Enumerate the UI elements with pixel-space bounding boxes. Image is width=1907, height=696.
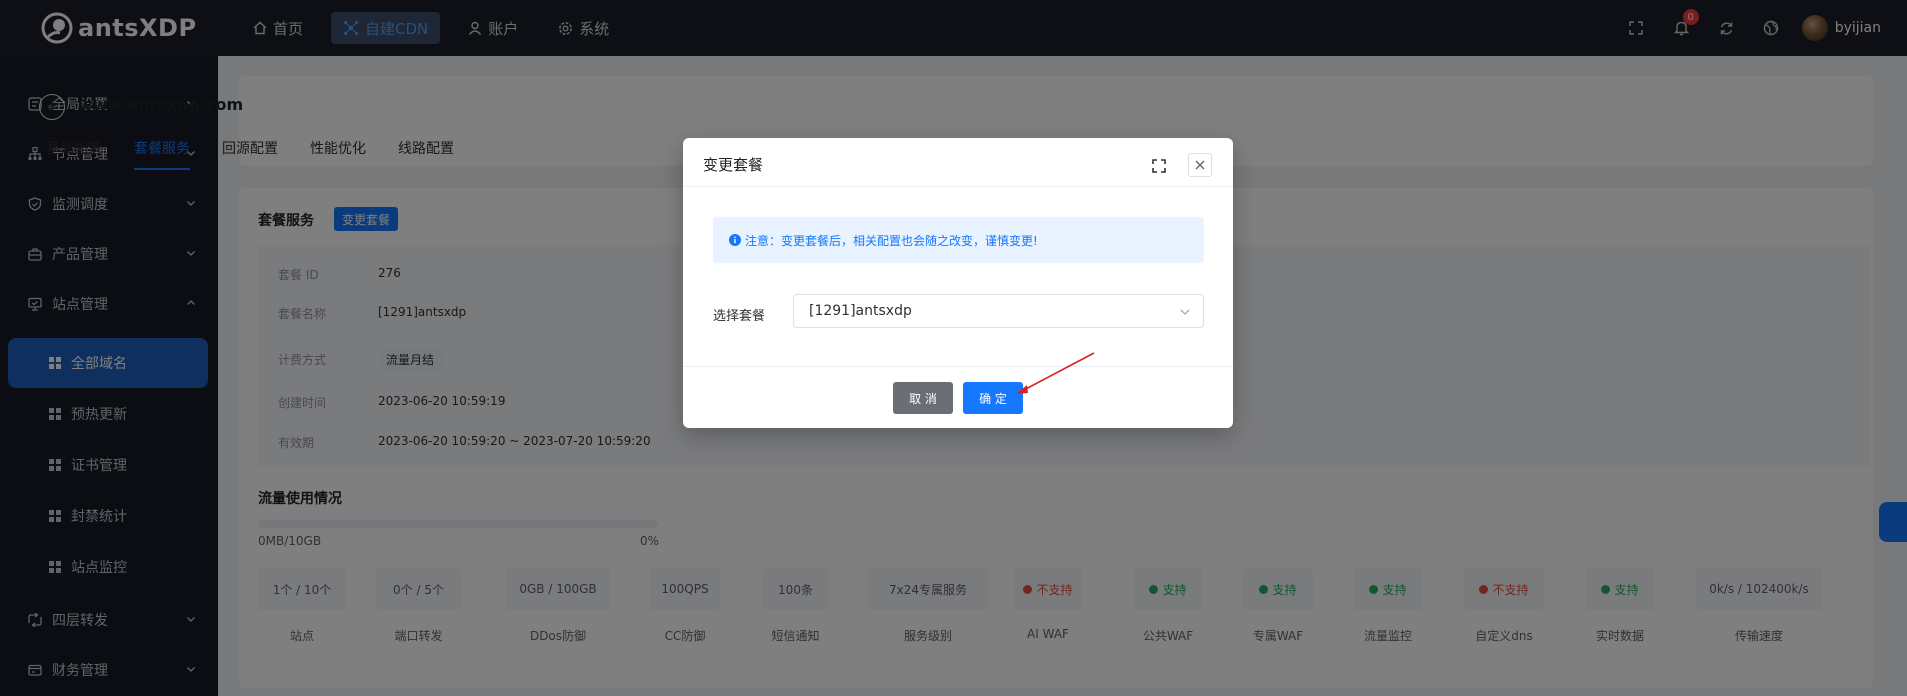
notice-alert: 注意：变更套餐后，相关配置也会随之改变，谨慎变更! xyxy=(713,217,1204,263)
notice-text: 注意：变更套餐后，相关配置也会随之改变，谨慎变更! xyxy=(745,233,1038,248)
info-icon xyxy=(729,234,741,246)
annotation-arrow-icon xyxy=(1016,352,1095,394)
package-select-value: [1291]antsxdp xyxy=(809,303,912,319)
dialog-footer-divider xyxy=(683,366,1233,367)
package-select[interactable]: [1291]antsxdp xyxy=(793,294,1204,328)
dialog-divider xyxy=(683,186,1233,187)
fullscreen-icon xyxy=(1152,159,1166,173)
close-icon xyxy=(1195,160,1205,170)
change-package-dialog: 变更套餐 注意：变更套餐后，相关配置也会随之改变，谨慎变更! 选择套餐 [129… xyxy=(683,138,1233,428)
dialog-close-button[interactable] xyxy=(1188,153,1212,177)
dialog-title: 变更套餐 xyxy=(703,156,764,174)
cancel-button[interactable]: 取 消 xyxy=(893,382,953,414)
package-select-label: 选择套餐 xyxy=(713,309,766,324)
dialog-fullscreen-button[interactable] xyxy=(1149,156,1169,176)
chevron-down-icon xyxy=(1180,309,1190,315)
